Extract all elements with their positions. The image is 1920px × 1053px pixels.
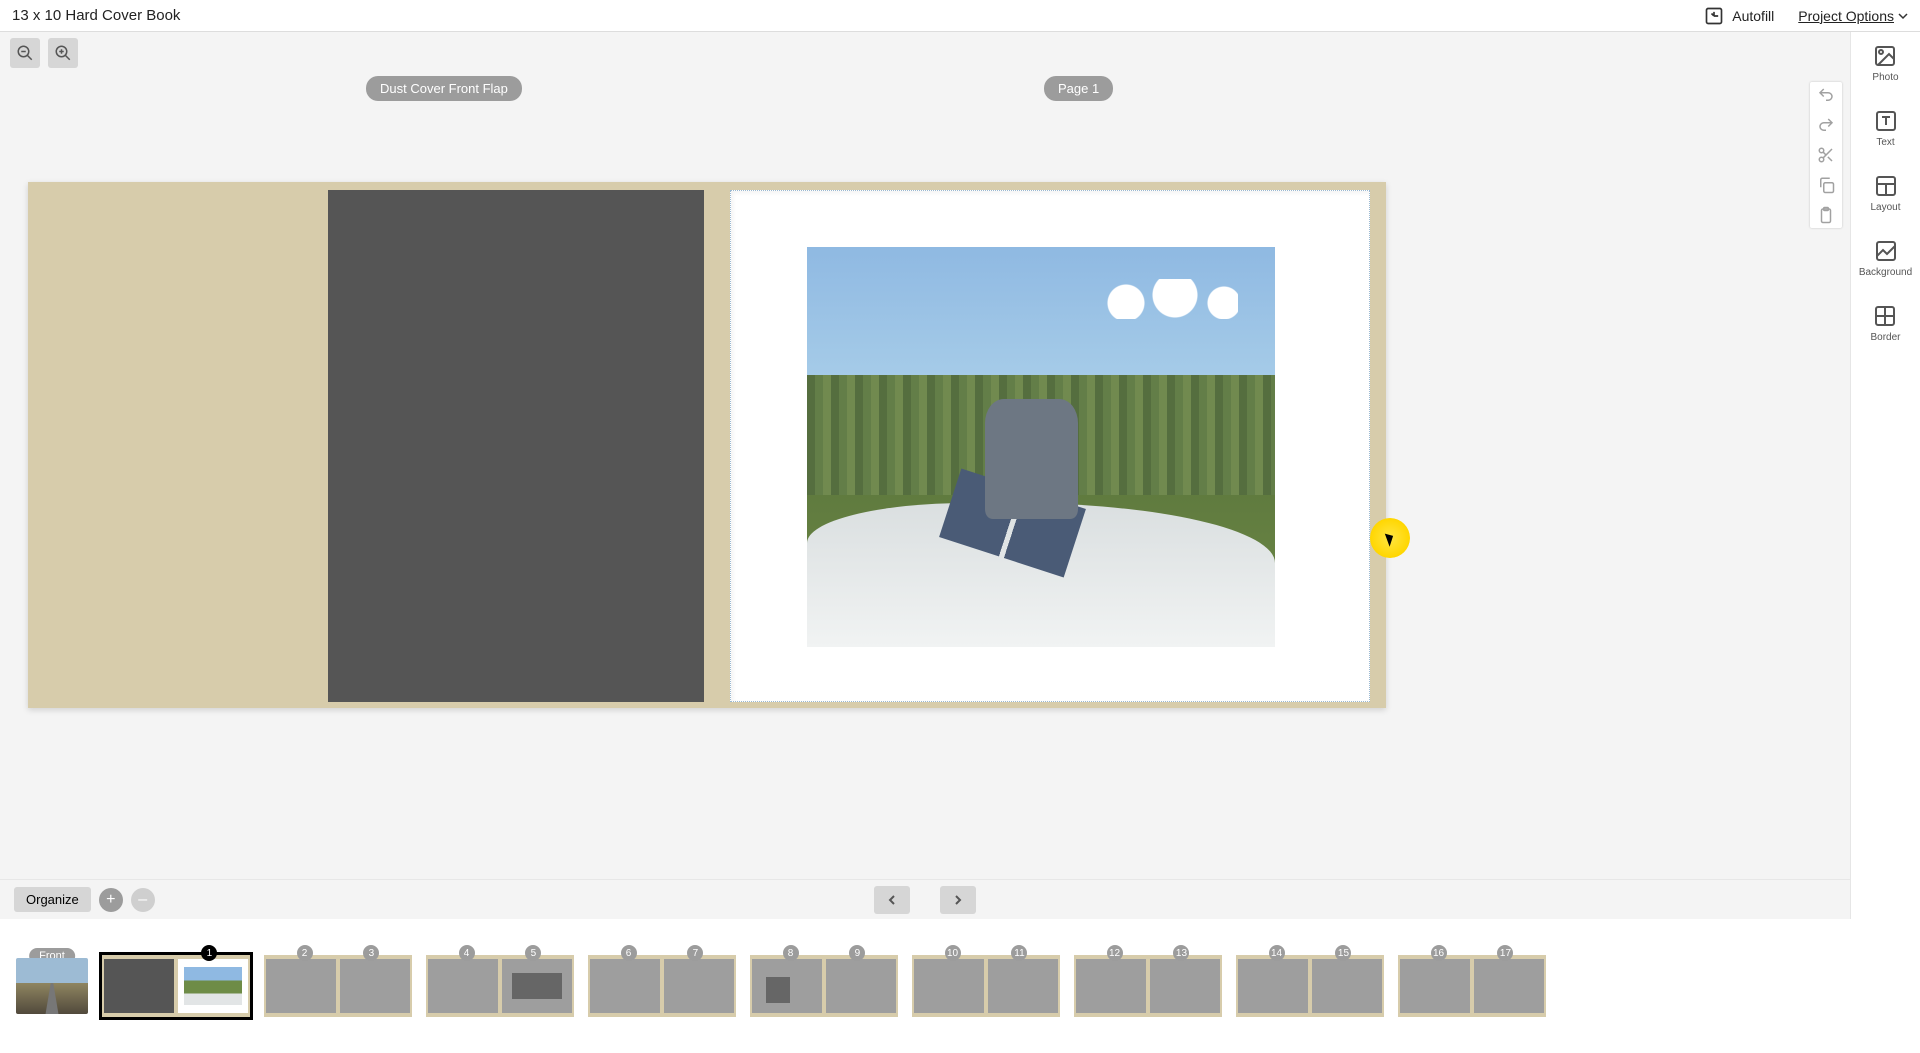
page-number-badge: 10 [945, 945, 961, 961]
zoom-out-icon [16, 44, 34, 62]
workspace [0, 74, 1850, 879]
page-photo[interactable] [807, 247, 1275, 647]
top-bar: 13 x 10 Hard Cover Book Autofill Project… [0, 0, 1920, 32]
tool-photo-label: Photo [1872, 72, 1898, 83]
thumb-right-page [988, 959, 1058, 1013]
chevron-right-icon [952, 894, 964, 906]
photo-person [1004, 423, 1060, 511]
left-page-label: Dust Cover Front Flap [366, 76, 522, 101]
thumb-spread[interactable]: 1213 [1074, 955, 1222, 1017]
tool-text-label: Text [1876, 137, 1894, 148]
cursor-highlight [1370, 518, 1410, 558]
edit-mini-toolbar [1810, 82, 1842, 228]
thumb-right-page [340, 959, 410, 1013]
tool-border[interactable]: Border [1870, 304, 1900, 343]
add-page-button[interactable]: + [99, 888, 123, 912]
thumb-spread[interactable]: 1011 [912, 955, 1060, 1017]
zoom-in-icon [54, 44, 72, 62]
photo-icon [1873, 44, 1897, 68]
inside-cover-panel[interactable] [328, 190, 704, 702]
zoom-bar [0, 32, 1920, 74]
redo-icon[interactable] [1817, 116, 1835, 134]
thumb-left-page [104, 959, 174, 1013]
thumb-right-page [1312, 959, 1382, 1013]
tool-layout[interactable]: Layout [1870, 174, 1900, 213]
thumb-spread[interactable]: 23 [264, 955, 412, 1017]
page-1[interactable] [730, 190, 1370, 702]
paste-icon[interactable] [1817, 206, 1835, 224]
thumb-left-page [1238, 959, 1308, 1013]
thumb-left-page [1076, 959, 1146, 1013]
thumb-spread[interactable]: 45 [426, 955, 574, 1017]
thumb-spread[interactable]: 1415 [1236, 955, 1384, 1017]
right-tools-panel: Photo Text Layout Background Border [1850, 32, 1920, 1053]
autofill-icon [1704, 6, 1724, 26]
thumb-right-page [826, 959, 896, 1013]
photo-clouds [1098, 279, 1238, 319]
prev-page-button[interactable] [874, 886, 910, 914]
background-icon [1874, 239, 1898, 263]
page-number-badge: 4 [459, 945, 475, 961]
tool-background[interactable]: Background [1859, 239, 1912, 278]
tool-text[interactable]: Text [1874, 109, 1898, 148]
thumb-right-page [1150, 959, 1220, 1013]
photo-legs [939, 469, 1086, 578]
thumb-left-page [1400, 959, 1470, 1013]
tool-photo[interactable]: Photo [1872, 44, 1898, 83]
zoom-in-button[interactable] [48, 38, 78, 68]
project-options-label: Project Options [1798, 8, 1894, 24]
page-number-badge: 14 [1269, 945, 1285, 961]
undo-icon[interactable] [1817, 86, 1835, 104]
bottom-toolbar: Organize + – [0, 879, 1850, 919]
next-page-button[interactable] [940, 886, 976, 914]
page-number-badge: 2 [297, 945, 313, 961]
thumb-spread[interactable]: 1617 [1398, 955, 1546, 1017]
zoom-out-button[interactable] [10, 38, 40, 68]
page-nav [874, 886, 976, 914]
tool-border-label: Border [1870, 332, 1900, 343]
photo-treeline [807, 375, 1275, 495]
thumb-left-page [752, 959, 822, 1013]
chevron-left-icon [886, 894, 898, 906]
thumb-cover-image [16, 958, 88, 1014]
book-title: 13 x 10 Hard Cover Book [12, 7, 180, 24]
book-spread[interactable] [28, 182, 1386, 714]
organize-button[interactable]: Organize [14, 887, 91, 912]
autofill-label: Autofill [1732, 8, 1774, 24]
project-options-button[interactable]: Project Options [1798, 8, 1908, 24]
text-icon [1874, 109, 1898, 133]
thumb-left-page [914, 959, 984, 1013]
right-page-label: Page 1 [1044, 76, 1113, 101]
thumb-left-page [266, 959, 336, 1013]
layout-icon [1874, 174, 1898, 198]
autofill-button[interactable]: Autofill [1704, 6, 1774, 26]
thumb-spread[interactable]: 67 [588, 955, 736, 1017]
tool-background-label: Background [1859, 267, 1912, 278]
tool-layout-label: Layout [1870, 202, 1900, 213]
thumb-front-cover[interactable]: Front [16, 958, 88, 1014]
remove-page-button[interactable]: – [131, 888, 155, 912]
cut-icon[interactable] [1817, 146, 1835, 164]
page-number-badge: 16 [1431, 945, 1447, 961]
thumb-spread[interactable]: 1 [102, 955, 250, 1017]
thumbnail-strip[interactable]: Front 1234567891011121314151617 [0, 919, 1920, 1053]
thumb-right-page [502, 959, 572, 1013]
thumb-left-page [590, 959, 660, 1013]
page-number-badge: 8 [783, 945, 799, 961]
thumb-right-page [178, 959, 248, 1013]
thumb-spread[interactable]: 89 [750, 955, 898, 1017]
thumb-left-page [428, 959, 498, 1013]
border-icon [1873, 304, 1897, 328]
thumb-right-page [664, 959, 734, 1013]
page-number-badge: 12 [1107, 945, 1123, 961]
thumb-right-page [1474, 959, 1544, 1013]
copy-icon[interactable] [1817, 176, 1835, 194]
chevron-down-icon [1898, 11, 1908, 21]
page-number-badge: 6 [621, 945, 637, 961]
